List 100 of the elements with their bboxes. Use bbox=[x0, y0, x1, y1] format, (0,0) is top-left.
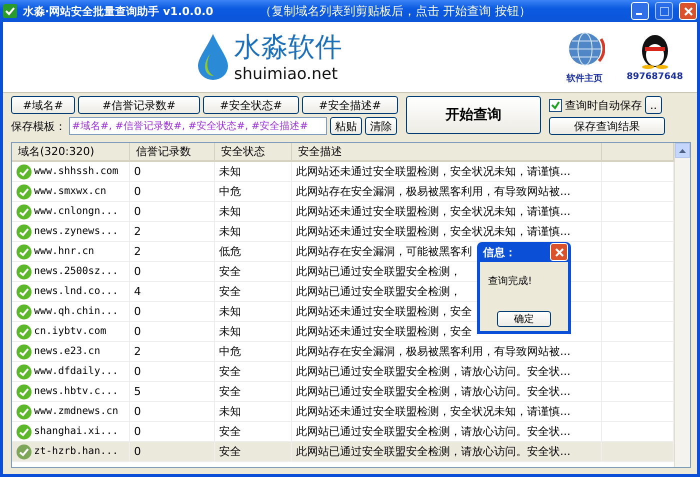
check-icon bbox=[16, 284, 32, 300]
count-cell: 2 bbox=[134, 245, 141, 258]
count-cell: 0 bbox=[134, 265, 141, 278]
check-icon bbox=[16, 364, 32, 380]
table-row[interactable]: www.cnlongn... 0 未知 此网站还未通过安全联盟检测，安全状况未知，请谨慎... bbox=[12, 202, 674, 222]
close-icon bbox=[684, 6, 692, 16]
check-icon bbox=[16, 404, 32, 420]
close-button[interactable] bbox=[550, 243, 568, 261]
status-cell: 中危 bbox=[219, 184, 241, 199]
column-header[interactable]: 安全状态 bbox=[215, 143, 292, 160]
window-hint: （复制域名列表到剪贴板后，点击 开始查询 按钮） bbox=[259, 2, 532, 20]
status-cell: 安全 bbox=[219, 264, 241, 279]
table-row[interactable]: zt-hzrb.han... 0 安全 此网站已通过安全联盟安全检测，请放心访问。安全状... bbox=[12, 442, 674, 462]
header-link[interactable]: 软件主页 bbox=[566, 72, 603, 85]
domain-cell: news.hbtv.c... bbox=[34, 386, 118, 397]
app-icon bbox=[3, 4, 17, 18]
table-row[interactable]: www.shhssh.com 0 未知 此网站还未通过安全联盟检测，安全状况未知，请谨慎... bbox=[12, 162, 674, 182]
token-button[interactable]: #域名# bbox=[11, 96, 75, 114]
domain-cell: www.smxwx.cn bbox=[34, 186, 106, 197]
table-row[interactable]: www.zmdnews.cn 0 未知 此网站还未通过安全联盟检测，安全状况未知，请谨慎... bbox=[12, 402, 674, 422]
count-cell: 2 bbox=[134, 225, 141, 238]
description-cell: 此网站还未通过安全联盟检测，安全状况未知，请谨慎... bbox=[296, 164, 570, 179]
description-cell: 此网站已通过安全联盟安全检测，请放心访问。安全状... bbox=[296, 424, 570, 439]
check-icon bbox=[16, 244, 32, 260]
column-header[interactable]: 安全描述 bbox=[292, 143, 602, 160]
scroll-up-icon[interactable] bbox=[679, 148, 686, 152]
domain-cell: www.cnlongn... bbox=[34, 206, 118, 217]
check-icon bbox=[16, 324, 32, 340]
description-cell: 此网站还未通过安全联盟检测，安全状况未知，请谨慎... bbox=[296, 204, 570, 219]
check-icon bbox=[16, 224, 32, 240]
column-header[interactable]: 域名(320:320) bbox=[12, 143, 130, 160]
close-icon bbox=[554, 248, 564, 256]
domain-cell: cn.iybtv.com bbox=[34, 326, 106, 337]
start-query-button[interactable]: 开始查询 bbox=[406, 96, 541, 134]
count-cell: 4 bbox=[134, 285, 141, 298]
close-button[interactable] bbox=[679, 2, 697, 20]
count-cell: 0 bbox=[134, 365, 141, 378]
check-icon bbox=[16, 424, 32, 440]
table-row[interactable]: news.hbtv.c... 5 安全 此网站已通过安全联盟安全检测，请放心访问。安全状... bbox=[12, 382, 674, 402]
status-cell: 安全 bbox=[219, 364, 241, 379]
table-row[interactable]: cn.iybtv.com 0 未知 此网站还未通过安全联盟检测，安全 bbox=[12, 322, 674, 342]
table-row[interactable]: news.e23.cn 2 中危 此网站存在安全漏洞，极易被黑客利用，有导致网站被... bbox=[12, 342, 674, 362]
count-cell: 0 bbox=[134, 425, 141, 438]
count-cell: 0 bbox=[134, 325, 141, 338]
description-cell: 此网站存在安全漏洞，极易被黑客利用，有导致网站被... bbox=[296, 344, 570, 359]
count-cell: 0 bbox=[134, 165, 141, 178]
check-icon bbox=[16, 344, 32, 360]
table-row[interactable]: www.dfdaily... 0 安全 此网站已通过安全联盟安全检测，请放心访问。安全状... bbox=[12, 362, 674, 382]
count-cell: 0 bbox=[134, 185, 141, 198]
table-row[interactable]: news.zynews... 2 未知 此网站还未通过安全联盟检测，安全状况未知，请谨慎... bbox=[12, 222, 674, 242]
count-cell: 0 bbox=[134, 305, 141, 318]
description-cell: 此网站已通过安全联盟安全检测，请放心访问。安全状... bbox=[296, 444, 570, 459]
minimize-button[interactable] bbox=[631, 2, 649, 20]
status-cell: 未知 bbox=[219, 304, 241, 319]
scrollbar[interactable] bbox=[674, 143, 690, 467]
description-cell: 此网站还未通过安全联盟检测，安全 bbox=[296, 324, 472, 339]
domain-cell: news.lnd.co... bbox=[34, 286, 118, 297]
description-cell: 此网站还未通过安全联盟检测，安全状况未知，请谨慎... bbox=[296, 404, 570, 419]
count-cell: 2 bbox=[134, 345, 141, 358]
token-button[interactable]: #安全状态# bbox=[203, 96, 299, 114]
domain-cell: www.dfdaily... bbox=[34, 366, 118, 377]
autosave-checkbox[interactable] bbox=[549, 98, 562, 112]
domain-cell: news.2500sz... bbox=[34, 266, 118, 277]
description-cell: 此网站存在安全漏洞，可能被黑客利 bbox=[296, 244, 472, 259]
check-icon bbox=[16, 304, 32, 320]
status-cell: 安全 bbox=[219, 444, 241, 459]
token-button[interactable]: #信誉记录数# bbox=[78, 96, 200, 114]
save-results-button[interactable]: 保存查询结果 bbox=[549, 117, 665, 135]
domain-cell: news.zynews... bbox=[34, 226, 118, 237]
column-header[interactable]: 信誉记录数 bbox=[130, 143, 215, 160]
table-row[interactable]: www.smxwx.cn 0 中危 此网站存在安全漏洞，极易被黑客利用，有导致网站被... bbox=[12, 182, 674, 202]
status-cell: 安全 bbox=[219, 424, 241, 439]
header-link[interactable]: 897687648 bbox=[626, 72, 683, 82]
domain-cell: www.qh.chin... bbox=[34, 306, 118, 317]
status-cell: 未知 bbox=[219, 164, 241, 179]
domain-cell: www.hnr.cn bbox=[34, 246, 94, 257]
dialog-title: 信息： bbox=[483, 244, 516, 260]
description-cell: 此网站还未通过安全联盟检测，安全状况未知，请谨慎... bbox=[296, 224, 570, 239]
water-drop-logo bbox=[198, 34, 228, 80]
clear-button[interactable]: 清除 bbox=[365, 117, 397, 135]
status-cell: 安全 bbox=[219, 284, 241, 299]
check-icon bbox=[16, 384, 32, 400]
description-cell: 此网站已通过安全联盟安全检测，请放心访问。安全状... bbox=[296, 364, 570, 379]
status-cell: 未知 bbox=[219, 204, 241, 219]
brand-domain: shuimiao.net bbox=[234, 64, 339, 82]
description-cell: 此网站已通过安全联盟安全检测，请放心访问。安全状... bbox=[296, 384, 570, 399]
domain-cell: shanghai.xi... bbox=[34, 426, 118, 437]
maximize-button[interactable] bbox=[655, 2, 673, 20]
table-row[interactable]: shanghai.xi... 0 安全 此网站已通过安全联盟安全检测，请放心访问。安全状... bbox=[12, 422, 674, 442]
check-icon bbox=[16, 184, 32, 200]
token-button[interactable]: #安全描述# bbox=[302, 96, 398, 114]
template-label: 保存模板： bbox=[11, 118, 66, 134]
paste-button[interactable]: 粘贴 bbox=[330, 117, 362, 135]
ok-button[interactable]: 确定 bbox=[497, 311, 551, 327]
domain-cell: www.zmdnews.cn bbox=[34, 406, 118, 417]
check-icon bbox=[16, 444, 32, 460]
more-button[interactable]: .. bbox=[645, 96, 662, 114]
check-icon bbox=[16, 204, 32, 220]
check-icon bbox=[16, 164, 32, 180]
template-field[interactable]: #域名#, #信誉记录数#, #安全状态#, #安全描述# bbox=[69, 117, 327, 135]
